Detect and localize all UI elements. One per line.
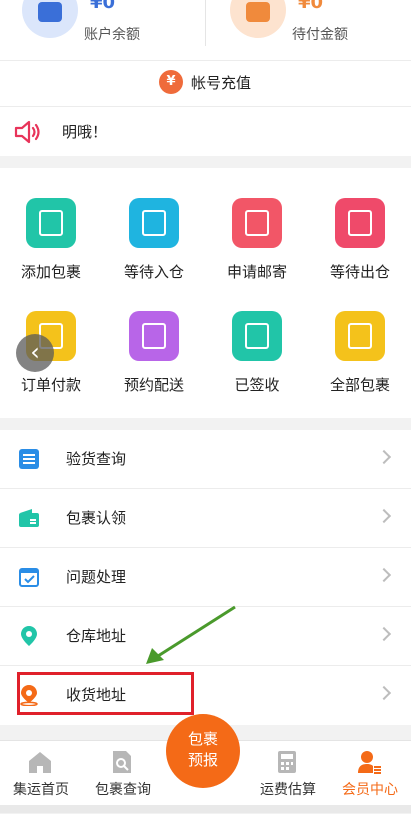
list-icon xyxy=(19,449,39,469)
grid-item-mail-request[interactable]: 申请邮寄 xyxy=(206,168,308,281)
chevron-right-icon xyxy=(376,685,392,701)
yen-coin-icon: ¥ xyxy=(159,70,183,94)
chevron-right-icon xyxy=(376,626,392,642)
clipboard-icon xyxy=(129,311,179,361)
tab-label: 会员中心 xyxy=(342,782,398,798)
grid-item-label: 预约配送 xyxy=(123,376,184,394)
bottom-strip xyxy=(0,805,411,813)
claim-icon xyxy=(19,509,39,527)
grid-item-label: 等待入仓 xyxy=(123,263,184,281)
add-package-icon xyxy=(26,198,76,248)
all-packages-icon xyxy=(335,311,385,361)
account-balance-amount: ¥0 xyxy=(90,0,116,13)
list-item-label: 问题处理 xyxy=(66,568,127,586)
pending-amount-label: 待付金额 xyxy=(292,27,348,43)
center-button-line2: 预报 xyxy=(187,751,218,769)
list-item-package-claim[interactable]: 包裹认领 xyxy=(0,489,411,548)
mail-package-icon xyxy=(232,198,282,248)
home-icon xyxy=(29,752,51,773)
grid-item-add-package[interactable]: 添加包裹 xyxy=(0,168,102,281)
cart-out-icon xyxy=(335,198,385,248)
chevron-right-icon xyxy=(376,508,392,524)
grid-item-signed[interactable]: 已签收 xyxy=(206,281,308,394)
list-item-warehouse-address[interactable]: 仓库地址 xyxy=(0,607,411,666)
grid-item-label: 订单付款 xyxy=(20,376,81,394)
grid-item-warehouse-out[interactable]: 等待出仓 xyxy=(309,168,411,281)
center-button-line1: 包裹 xyxy=(187,730,218,748)
tab-package-query[interactable]: 包裹查询 xyxy=(82,741,164,814)
tab-shipping-estimate[interactable]: 运费估算 xyxy=(247,741,329,814)
function-grid: 添加包裹 等待入仓 申请邮寄 等待出仓 订单付款 预约配送 已签收 全部包裹 xyxy=(0,168,411,418)
tab-label: 运费估算 xyxy=(260,782,316,798)
doc-search-icon xyxy=(113,751,131,773)
chevron-left-icon[interactable]: ‹ xyxy=(16,334,54,372)
divider xyxy=(205,0,206,46)
package-forecast-button[interactable]: 包裹 预报 xyxy=(166,714,240,788)
speaker-icon xyxy=(14,120,40,144)
signed-icon xyxy=(232,311,282,361)
grid-item-label: 申请邮寄 xyxy=(226,263,287,281)
highlight-box xyxy=(17,672,194,715)
wallet-icon xyxy=(230,0,286,38)
member-icon xyxy=(358,751,381,774)
chevron-right-icon xyxy=(376,449,392,465)
grid-item-label: 已签收 xyxy=(234,376,280,394)
tab-label: 包裹查询 xyxy=(95,782,151,798)
pending-amount-value: ¥0 xyxy=(298,0,324,13)
list-item-inspection-query[interactable]: 验货查询 xyxy=(0,430,411,489)
grid-item-warehouse-in[interactable]: 等待入仓 xyxy=(103,168,205,281)
wallet-icon xyxy=(22,0,78,38)
calendar-check-icon xyxy=(19,568,39,587)
tab-member-center[interactable]: 会员中心 xyxy=(329,741,411,814)
grid-item-schedule-delivery[interactable]: 预约配送 xyxy=(103,281,205,394)
warehouse-in-icon xyxy=(129,198,179,248)
calculator-icon xyxy=(278,751,296,773)
grid-item-all-packages[interactable]: 全部包裹 xyxy=(309,281,411,394)
grid-item-order-payment[interactable]: 订单付款 xyxy=(0,281,102,394)
notice-bar[interactable]: 明哦！ xyxy=(0,107,411,156)
list-item-label: 包裹认领 xyxy=(66,509,127,527)
tab-label: 集运首页 xyxy=(13,782,69,798)
tab-home[interactable]: 集运首页 xyxy=(0,741,82,814)
recharge-label: 帐号充值 xyxy=(191,74,252,92)
list-item-label: 验货查询 xyxy=(66,450,127,468)
recharge-button[interactable]: ¥ 帐号充值 xyxy=(0,61,411,107)
list-item-issue-handling[interactable]: 问题处理 xyxy=(0,548,411,607)
balance-strip: ¥0 账户余额 ¥0 待付金额 xyxy=(0,0,411,61)
notice-text: 明哦！ xyxy=(62,123,108,141)
chevron-right-icon xyxy=(376,567,392,583)
grid-item-label: 添加包裹 xyxy=(20,263,81,281)
list-item-label: 仓库地址 xyxy=(66,627,127,645)
grid-item-label: 全部包裹 xyxy=(329,376,390,394)
account-balance-label: 账户余额 xyxy=(84,27,140,43)
grid-item-label: 等待出仓 xyxy=(329,263,390,281)
location-pin-icon xyxy=(21,626,37,646)
